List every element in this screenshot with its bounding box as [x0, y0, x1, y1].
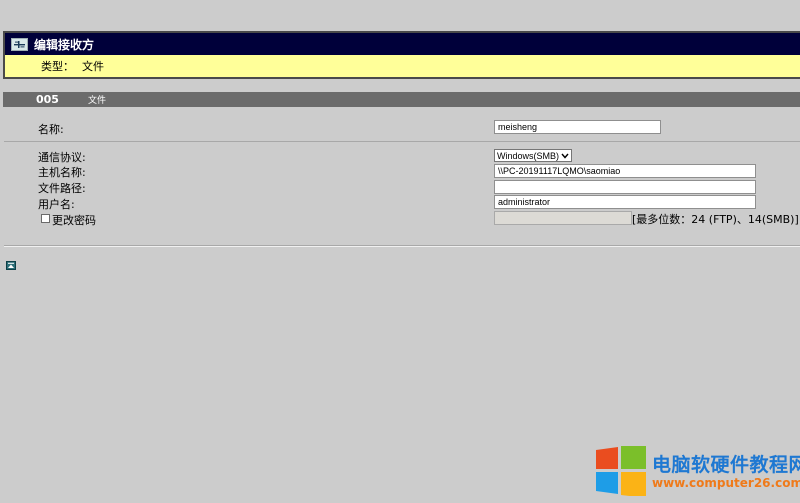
path-label: 文件路径: — [38, 182, 86, 195]
divider — [4, 141, 800, 142]
section-bar: 005 文件 — [3, 92, 800, 107]
title-bar: 编辑接收方 — [5, 33, 800, 55]
page-title: 编辑接收方 — [34, 37, 95, 52]
host-label: 主机名称: — [38, 166, 86, 179]
recipient-number: 005 — [36, 93, 59, 106]
path-field[interactable] — [494, 180, 756, 194]
protocol-label: 通信协议: — [38, 151, 86, 164]
username-field[interactable]: administrator — [494, 195, 756, 209]
protocol-select[interactable]: Windows(SMB) — [494, 149, 572, 162]
watermark-url: www.computer26.com — [652, 476, 800, 490]
type-value: 文件 — [82, 60, 104, 73]
watermark: 电脑软硬件教程网 www.computer26.com — [596, 446, 800, 496]
card-icon — [11, 37, 28, 51]
header-panel: 编辑接收方 类型： 文件 — [3, 31, 800, 79]
host-field[interactable]: \\PC-20191117LQMO\saomiao — [494, 164, 756, 178]
change-password-label: 更改密码 — [52, 214, 96, 227]
recipient-kind: 文件 — [88, 96, 107, 106]
windows-logo-icon — [596, 446, 646, 496]
change-password-checkbox[interactable] — [41, 214, 50, 223]
chevron-down-icon — [561, 151, 569, 161]
bottom-divider-highlight — [4, 246, 800, 247]
password-field[interactable] — [494, 211, 632, 225]
type-label: 类型： — [41, 60, 74, 73]
watermark-title: 电脑软硬件教程网 — [652, 454, 800, 476]
name-label: 名称: — [38, 123, 64, 136]
name-field[interactable]: meisheng — [494, 120, 661, 134]
back-to-top-icon[interactable] — [6, 261, 16, 270]
password-hint: [最多位数：24 (FTP)、14(SMB)] — [632, 213, 799, 226]
user-label: 用户名: — [38, 198, 75, 211]
protocol-selected-value: Windows(SMB) — [497, 150, 560, 161]
type-row: 类型： 文件 — [5, 55, 800, 77]
